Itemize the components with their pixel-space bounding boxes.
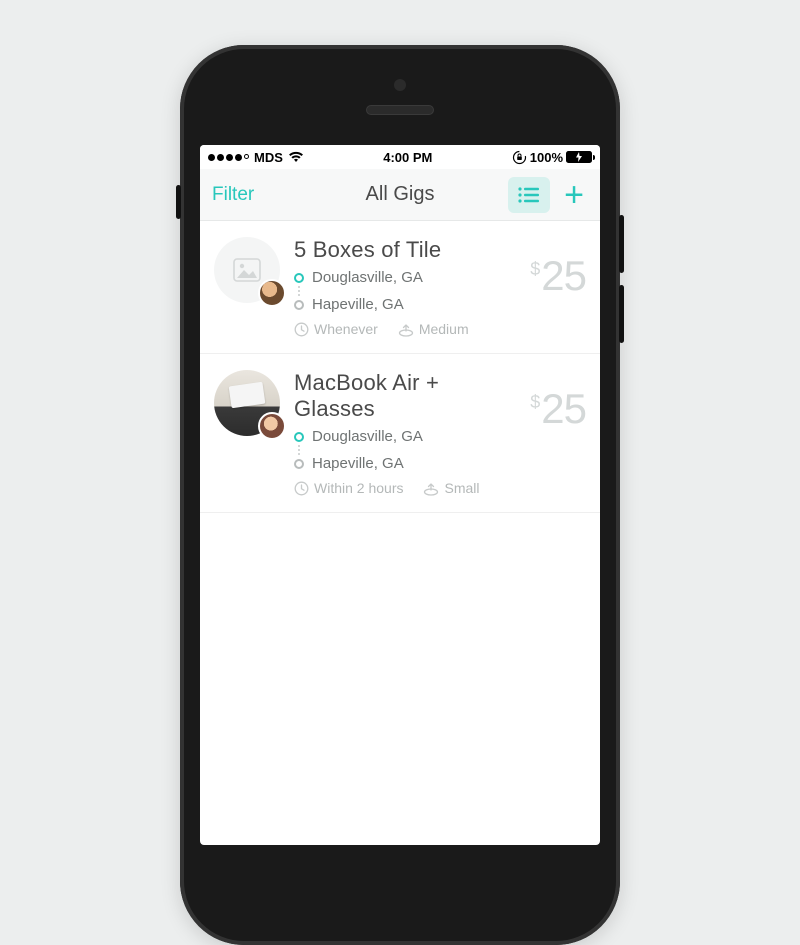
phone-earpiece [366,105,434,115]
gig-route: Douglasville, GA Hapeville, GA [294,269,516,313]
poster-avatar [258,412,286,440]
gig-price: $ 25 [530,388,586,496]
clock-icon [294,481,309,496]
destination-label: Hapeville, GA [312,455,404,472]
battery-percent: 100% [530,150,563,165]
origin-marker-icon [294,273,304,283]
destination-marker-icon [294,300,304,310]
size-label: Small [444,480,479,496]
page-title: All Gigs [366,183,435,206]
carrier-label: MDS [254,150,283,165]
size-label: Medium [419,321,469,337]
origin-marker-icon [294,432,304,442]
size-icon [398,322,414,337]
battery-icon [566,151,592,163]
add-gig-button[interactable]: + [560,178,588,212]
clock-icon [294,322,309,337]
timing-label: Whenever [314,321,378,337]
gig-route: Douglasville, GA Hapeville, GA [294,428,516,472]
origin-label: Douglasville, GA [312,269,423,286]
gig-title: 5 Boxes of Tile [294,237,516,263]
nav-bar: Filter All Gigs + [200,169,600,221]
list-icon [517,186,541,204]
signal-dots-icon [208,154,249,161]
origin-label: Douglasville, GA [312,428,423,445]
gig-list: 5 Boxes of Tile Douglasville, GA Hapevil… [200,221,600,513]
phone-sensor [394,79,406,91]
gig-row[interactable]: MacBook Air + Glasses Douglasville, GA H… [200,354,600,513]
destination-marker-icon [294,459,304,469]
timing-label: Within 2 hours [314,480,403,496]
orientation-lock-icon [512,150,527,165]
wifi-icon [288,151,304,163]
phone-side-button [619,215,624,273]
status-bar: MDS 4:00 PM 100% [200,145,600,169]
phone-screen: MDS 4:00 PM 100% Filter All Gigs [200,145,600,845]
status-time: 4:00 PM [304,150,512,165]
destination-label: Hapeville, GA [312,296,404,313]
list-view-toggle[interactable] [508,177,550,213]
phone-frame: MDS 4:00 PM 100% Filter All Gigs [180,45,620,945]
gig-row[interactable]: 5 Boxes of Tile Douglasville, GA Hapevil… [200,221,600,354]
phone-side-button [619,285,624,343]
filter-button[interactable]: Filter [212,184,254,206]
size-icon [423,481,439,496]
gig-title: MacBook Air + Glasses [294,370,516,422]
poster-avatar [258,279,286,307]
image-placeholder-icon [233,258,261,282]
phone-side-button [176,185,181,219]
gig-price: $ 25 [530,255,586,337]
